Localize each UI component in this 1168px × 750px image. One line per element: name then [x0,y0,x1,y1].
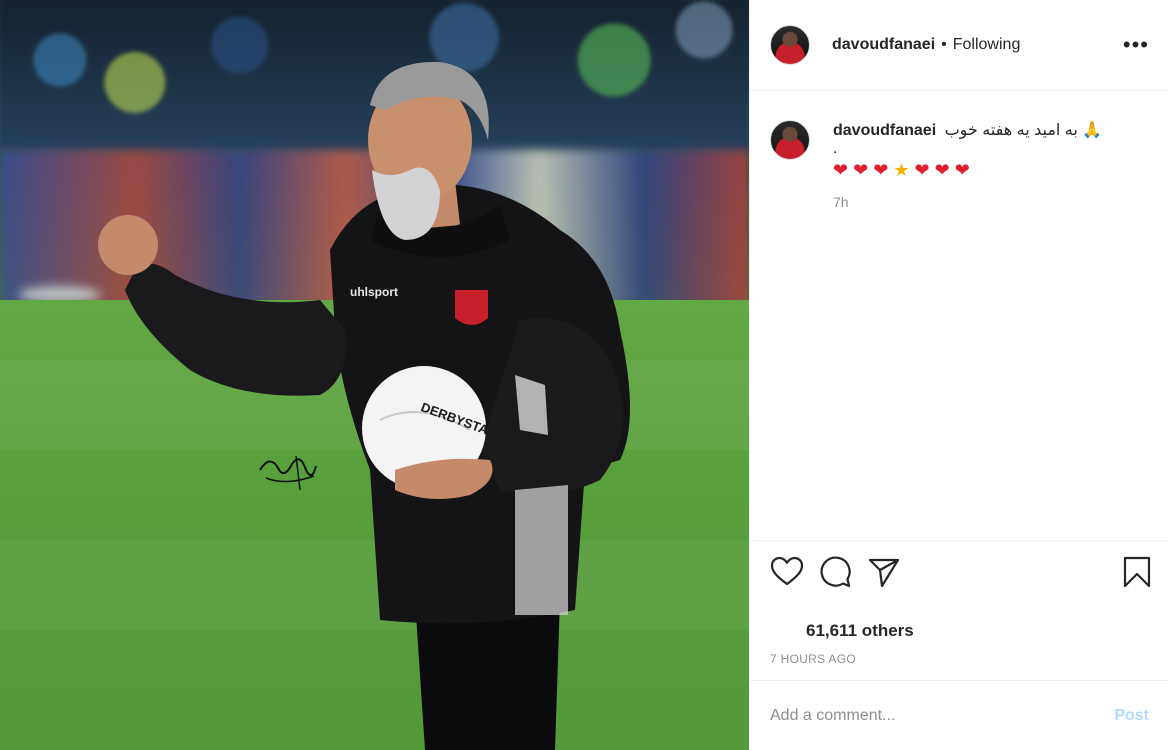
heart-emoji-icon: ❤ [853,160,869,180]
post-comment-button[interactable]: Post [1114,707,1149,725]
add-comment-bar: Post [750,680,1168,750]
caption-body: davoudfanaei به امید یه هفته خوب 🙏 . ❤ ❤… [833,120,1102,210]
header-separator: • [941,36,947,53]
caption-line: davoudfanaei به امید یه هفته خوب 🙏 [833,120,1102,142]
heart-outline-icon[interactable] [770,555,804,589]
heart-emoji-icon: ❤ [873,160,889,180]
caption-dot: . [833,140,838,157]
caption: davoudfanaei به امید یه هفته خوب 🙏 . ❤ ❤… [770,120,1149,210]
star-emoji-icon: ★ [893,160,910,180]
follow-status-button[interactable]: Following [953,36,1021,54]
paper-plane-icon[interactable] [867,555,901,589]
post-image[interactable]: uhlsport DERBYSTAR [0,0,749,750]
post-timestamp[interactable]: 7 HOURS AGO [770,652,856,666]
bookmark-icon[interactable] [1120,555,1154,589]
likes-count[interactable]: 61,611 others [806,621,914,641]
caption-time[interactable]: 7h [833,194,1102,210]
more-options-icon[interactable]: ••• [1123,34,1149,56]
heart-emoji-icon: ❤ [934,160,950,180]
action-icon-row [770,555,1151,591]
comment-input[interactable] [770,706,1115,725]
pray-emoji: 🙏 [1082,122,1103,139]
emoji-row: ❤ ❤ ❤ ★ ❤ ❤ ❤ [833,158,1102,182]
post-side-panel: davoudfanaei • Following ••• davoudfanae… [749,0,1168,750]
caption-text: به امید یه هفته خوب [944,122,1078,139]
comments-section: davoudfanaei به امید یه هفته خوب 🙏 . ❤ ❤… [750,92,1168,539]
caption-username[interactable]: davoudfanaei [833,122,936,139]
heart-emoji-icon: ❤ [833,160,849,180]
speech-bubble-icon[interactable] [818,555,852,589]
author-avatar[interactable] [770,25,810,65]
post-actions: 61,611 others 7 HOURS AGO [750,540,1168,680]
post-header: davoudfanaei • Following ••• [750,0,1168,91]
caption-avatar[interactable] [770,120,810,160]
heart-emoji-icon: ❤ [954,160,970,180]
coach-figure: uhlsport DERBYSTAR [98,61,630,750]
svg-text:uhlsport: uhlsport [350,285,398,299]
photographer-signature [259,455,317,491]
heart-emoji-icon: ❤ [914,160,930,180]
author-username[interactable]: davoudfanaei [832,36,935,54]
